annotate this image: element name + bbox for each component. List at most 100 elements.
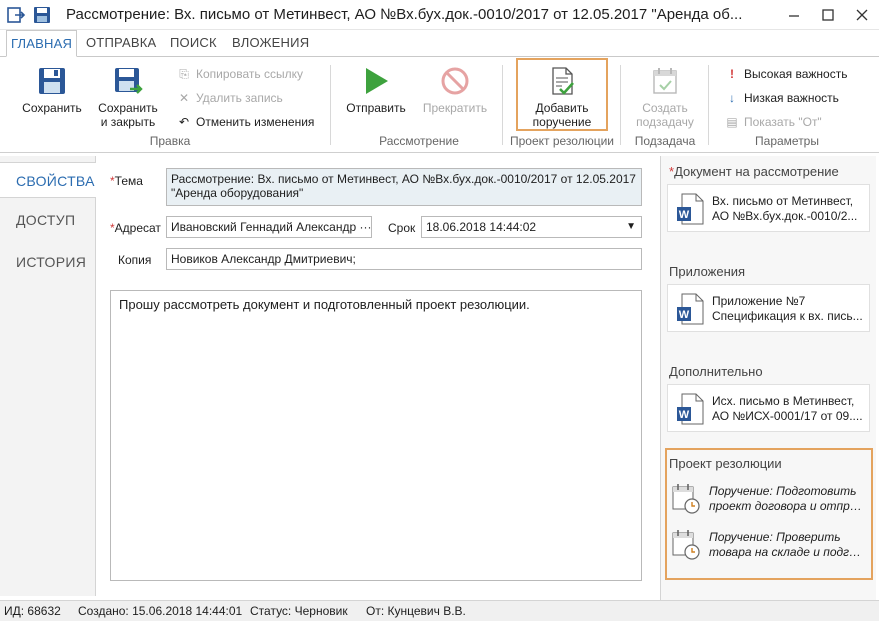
stop-label: Прекратить <box>422 101 488 115</box>
exclamation-icon: ! <box>730 67 734 81</box>
add-task-label-1: Добавить <box>535 101 589 115</box>
close-icon[interactable] <box>851 4 873 26</box>
status-bar: ИД: 68632 Создано: 15.06.2018 14:44:01 С… <box>0 600 879 621</box>
save-close-label-2: и закрыть <box>100 115 156 129</box>
doc-card-text: Вх. письмо от Метинвест, АО №Вх.бух.док.… <box>712 194 858 223</box>
word-document-icon: W <box>677 293 704 325</box>
copy-label: Копия <box>118 253 152 267</box>
send-icon <box>366 68 388 94</box>
form-icon: ▤ <box>726 115 738 129</box>
task-item[interactable]: Поручение: Проверить товара на складе и … <box>671 528 865 568</box>
due-label: Срок <box>388 221 416 235</box>
doc-card[interactable]: W Вх. письмо от Метинвест, АО №Вх.бух.до… <box>667 184 870 232</box>
dropdown-arrow-icon[interactable]: ▼ <box>626 220 636 234</box>
group-separator <box>330 65 331 145</box>
arrow-down-icon: ↓ <box>729 91 735 105</box>
send-label: Отправить <box>346 101 406 115</box>
additional-card[interactable]: W Исх. письмо в Метинвест, АО №ИСХ-0001/… <box>667 384 870 432</box>
low-importance-button[interactable]: ↓ Низкая важность <box>724 89 839 107</box>
show-from-button[interactable]: ▤ Показать "От" <box>724 113 822 131</box>
create-subtask-label-2: подзадачу <box>636 115 694 129</box>
high-importance-button[interactable]: ! Высокая важность <box>724 65 847 83</box>
tab-send[interactable]: ОТПРАВКА <box>82 30 160 57</box>
word-document-icon: W <box>677 193 704 225</box>
group-label-review: Рассмотрение <box>379 134 459 148</box>
tab-search[interactable]: ПОИСК <box>166 30 221 57</box>
copy-link-icon: ⎘ <box>179 67 189 81</box>
task-item-text: Поручение: Проверить товара на складе и … <box>709 530 865 559</box>
add-task-icon <box>552 67 574 95</box>
due-date-field[interactable]: 18.06.2018 14:44:02 ▼ <box>421 216 642 238</box>
body-text-area[interactable]: Прошу рассмотреть документ и подготовлен… <box>110 290 642 581</box>
subject-label: *Тема <box>110 174 143 188</box>
tab-attachments[interactable]: ВЛОЖЕНИЯ <box>228 30 313 57</box>
save-button[interactable]: Сохранить <box>18 65 86 115</box>
create-subtask-label-1: Создать <box>642 101 688 115</box>
attachments-section-title: Приложения <box>669 264 746 279</box>
task-item-text: Поручение: Подготовить проект договора и… <box>709 484 865 513</box>
task-clock-icon <box>672 530 700 560</box>
task-item[interactable]: Поручение: Подготовить проект договора и… <box>671 482 865 522</box>
save-close-icon <box>115 68 143 94</box>
save-icon <box>39 68 65 94</box>
group-label-project: Проект резолюции <box>509 134 614 148</box>
subject-field[interactable]: Рассмотрение: Вх. письмо от Метинвест, А… <box>166 168 642 206</box>
nav-access[interactable]: ДОСТУП <box>0 202 96 238</box>
svg-text:W: W <box>679 209 690 221</box>
delete-icon: ✕ <box>178 91 190 105</box>
minimize-icon[interactable] <box>783 4 805 26</box>
ribbon: Сохранить Сохранить и закрыть ⎘ Копироват… <box>0 56 879 153</box>
create-subtask-button[interactable]: Создать подзадачу <box>628 65 702 129</box>
resolution-section-title: Проект резолюции <box>669 456 782 471</box>
group-separator <box>502 65 503 145</box>
status-created: Создано: 15.06.2018 14:44:01 <box>78 604 243 618</box>
subject-line-2: "Аренда оборудования" <box>171 186 304 200</box>
attachment-card[interactable]: W Приложение №7 Спецификация к вх. пись.… <box>667 284 870 332</box>
attachment-card-text: Приложение №7 Спецификация к вх. пись... <box>712 294 863 323</box>
delete-record-button[interactable]: ✕ Удалить запись <box>176 89 283 107</box>
undo-changes-button[interactable]: ↶ Отменить изменения <box>176 113 314 131</box>
left-navigation: СВОЙСТВА ДОСТУП ИСТОРИЯ <box>0 156 97 596</box>
window-arrow-icon[interactable] <box>6 5 26 25</box>
stop-button[interactable]: Прекратить <box>418 65 492 115</box>
copy-link-button[interactable]: ⎘ Копировать ссылку <box>176 65 303 83</box>
window-title: Рассмотрение: Вх. письмо от Метинвест, А… <box>66 6 743 23</box>
svg-text:W: W <box>679 409 690 421</box>
show-from-label: Показать "От" <box>744 115 822 129</box>
tab-home[interactable]: ГЛАВНАЯ <box>6 30 78 57</box>
svg-text:W: W <box>679 309 690 321</box>
properties-form: *Тема Рассмотрение: Вх. письмо от Метинв… <box>96 156 655 596</box>
high-importance-label: Высокая важность <box>744 67 848 81</box>
undo-changes-label: Отменить изменения <box>196 115 315 129</box>
task-clock-icon <box>672 484 700 514</box>
nav-history[interactable]: ИСТОРИЯ <box>0 244 96 280</box>
subject-line-1: Рассмотрение: Вх. письмо от Метинвест, А… <box>171 172 636 186</box>
delete-record-label: Удалить запись <box>196 91 283 105</box>
status-from: От: Кунцевич В.В. <box>366 604 466 618</box>
maximize-icon[interactable] <box>817 4 839 26</box>
additional-card-text: Исх. письмо в Метинвест, АО №ИСХ-0001/17… <box>712 394 863 423</box>
send-button[interactable]: Отправить <box>342 65 410 115</box>
copy-link-label: Копировать ссылку <box>196 67 303 81</box>
addressee-label: *Адресат <box>110 221 161 235</box>
save-close-button[interactable]: Сохранить и закрыть <box>92 65 164 129</box>
save-close-label-1: Сохранить <box>98 101 158 115</box>
group-separator <box>620 65 621 145</box>
nav-properties[interactable]: СВОЙСТВА <box>0 162 97 198</box>
status-state: Статус: Черновик <box>250 604 348 618</box>
copy-field[interactable]: Новиков Александр Дмитриевич; <box>166 248 642 270</box>
title-bar: Рассмотрение: Вх. письмо от Метинвест, А… <box>0 0 879 30</box>
group-label-params: Параметры <box>755 134 819 148</box>
quick-save-icon[interactable] <box>32 5 52 25</box>
low-importance-label: Низкая важность <box>744 91 839 105</box>
status-id: ИД: 68632 <box>4 604 61 618</box>
related-documents-panel: *Документ на рассмотрение W Вх. письмо о… <box>660 156 876 601</box>
group-label-subtask: Подзадача <box>634 134 696 148</box>
add-task-button[interactable]: Добавить поручение <box>520 65 604 129</box>
group-label-edit: Правка <box>149 134 191 148</box>
doc-section-title: *Документ на рассмотрение <box>669 164 839 179</box>
stop-icon <box>441 67 469 95</box>
due-date-value: 18.06.2018 14:44:02 <box>426 220 537 234</box>
addressee-field[interactable]: Ивановский Геннадий Александр ··· <box>166 216 372 238</box>
ribbon-tabs: ГЛАВНАЯ ОТПРАВКА ПОИСК ВЛОЖЕНИЯ <box>0 30 879 57</box>
